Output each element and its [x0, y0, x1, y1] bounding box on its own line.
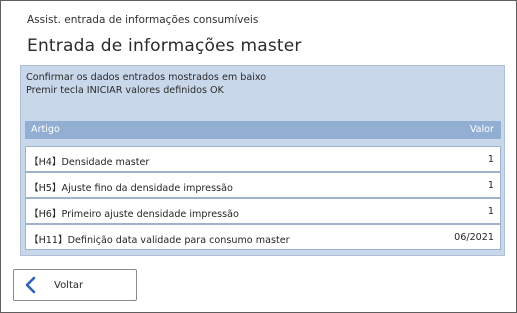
row-label: 【H11】Definição data validade para consum…: [29, 235, 290, 246]
table-row-h5[interactable]: 【H5】Ajuste fino da densidade impressão 1: [25, 172, 501, 198]
dialog-window: Assist. entrada de informações consumíve…: [0, 0, 517, 313]
table-row-h11[interactable]: 【H11】Definição data validade para consum…: [25, 224, 501, 250]
back-button-label: Voltar: [54, 280, 84, 291]
column-header-item: Artigo: [31, 124, 60, 135]
column-header-value: Valor: [469, 124, 494, 135]
row-value: 1: [487, 180, 494, 191]
page-title: Entrada de informações master: [27, 36, 302, 56]
table-header: Artigo Valor: [25, 121, 501, 139]
confirmation-panel: Confirmar os dados entrados mostrados em…: [20, 65, 505, 256]
row-value: 06/2021: [454, 232, 494, 243]
instructions: Confirmar os dados entrados mostrados em…: [26, 72, 266, 97]
instruction-line-2: Premir tecla INICIAR valores definidos O…: [26, 84, 224, 96]
table-row-h6[interactable]: 【H6】Primeiro ajuste densidade impressão …: [25, 198, 501, 224]
table-row-h4[interactable]: 【H4】Densidade master 1: [25, 146, 501, 172]
row-value: 1: [487, 206, 494, 217]
chevron-left-icon: [25, 276, 36, 294]
instruction-line-1: Confirmar os dados entrados mostrados em…: [26, 72, 267, 83]
row-label: 【H6】Primeiro ajuste densidade impressão: [29, 209, 239, 220]
dialog-subtitle: Assist. entrada de informações consumíve…: [27, 14, 259, 26]
row-label: 【H5】Ajuste fino da densidade impressão: [29, 183, 233, 194]
row-value: 1: [487, 154, 494, 165]
row-label: 【H4】Densidade master: [29, 157, 150, 168]
back-button[interactable]: Voltar: [13, 269, 137, 301]
